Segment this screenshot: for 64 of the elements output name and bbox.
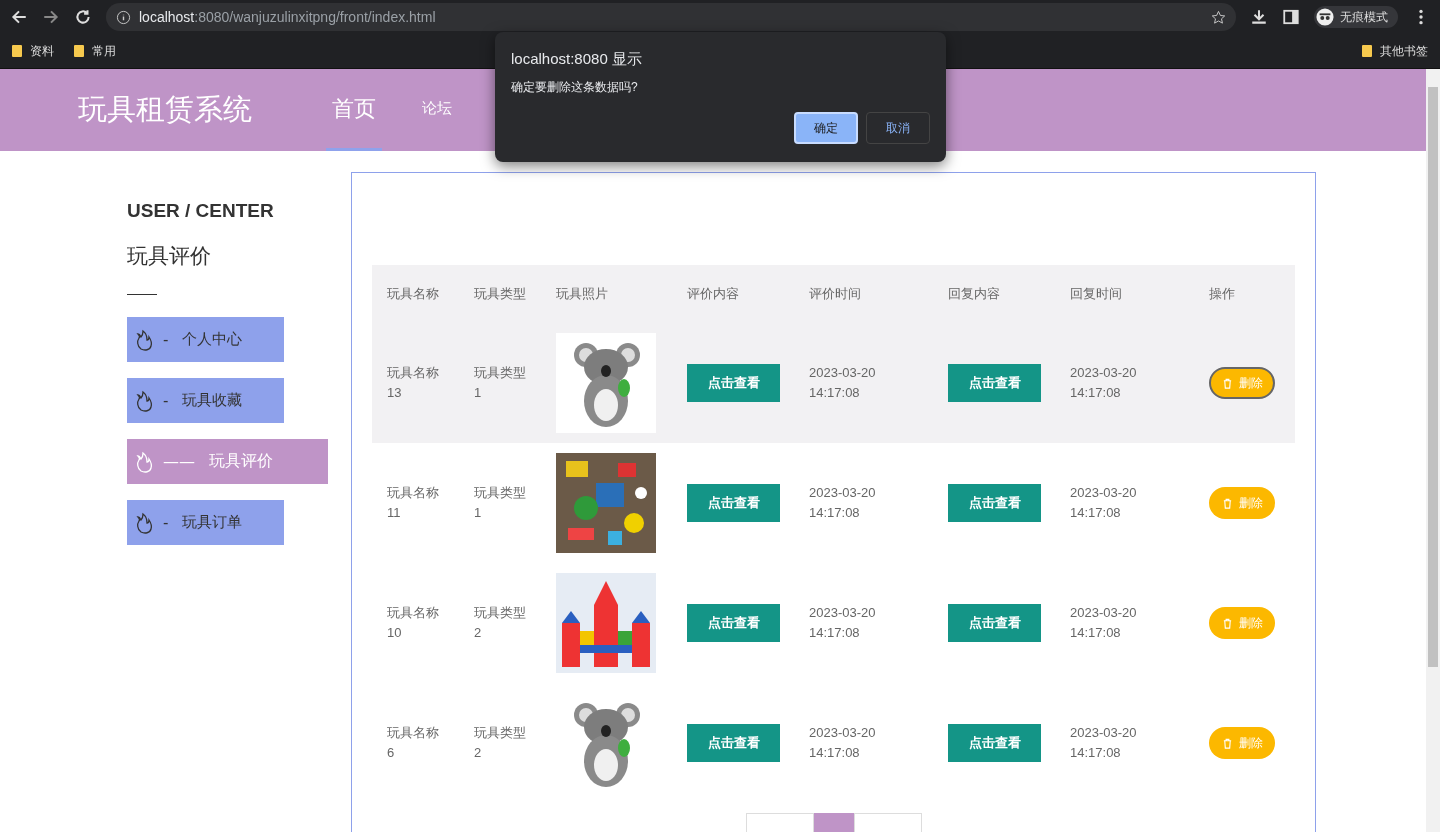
table-cell: 玩具名称10 [387, 605, 439, 640]
column-header: 操作 [1194, 265, 1295, 323]
table-cell: 2023-03-20 14:17:08 [1070, 725, 1137, 760]
back-icon[interactable] [10, 8, 28, 26]
trash-icon [1221, 617, 1233, 629]
sidebar-item[interactable]: - 个人中心 [127, 317, 284, 362]
forward-icon[interactable] [42, 8, 60, 26]
table-cell: 2023-03-20 14:17:08 [809, 485, 876, 520]
column-header: 评价时间 [794, 265, 933, 323]
column-header: 回复内容 [933, 265, 1055, 323]
bookmark[interactable]: 常用 [74, 42, 116, 60]
view-button[interactable]: 点击查看 [948, 604, 1041, 642]
column-header: 回复时间 [1055, 265, 1194, 323]
view-button[interactable]: 点击查看 [687, 484, 780, 522]
table-cell: 2023-03-20 14:17:08 [1070, 485, 1137, 520]
table-cell: 2023-03-20 14:17:08 [809, 365, 876, 400]
reload-icon[interactable] [74, 8, 92, 26]
view-button[interactable]: 点击查看 [948, 484, 1041, 522]
view-button[interactable]: 点击查看 [687, 364, 780, 402]
dialog-message: 确定要删除这条数据吗? [511, 79, 639, 96]
trash-icon [1221, 497, 1233, 509]
dialog-button[interactable]: 取消 [866, 112, 930, 144]
bookmark[interactable]: 资料 [12, 42, 54, 60]
column-header: 玩具类型 [459, 265, 541, 323]
view-button[interactable]: 点击查看 [948, 724, 1041, 762]
sidebar-item[interactable]: - 玩具订单 [127, 500, 284, 545]
dialog-title: localhost:8080 显示 [511, 50, 643, 69]
site-title: 玩具租赁系统 [78, 91, 252, 128]
column-header: 评价内容 [672, 265, 794, 323]
table-cell: 玩具名称13 [387, 365, 439, 400]
table-cell: 玩具名称6 [387, 725, 439, 760]
info-icon[interactable] [116, 9, 131, 25]
nav-link[interactable]: 论坛 [422, 69, 452, 151]
trash-icon [1221, 737, 1233, 749]
bookmark[interactable]: 其他书签 [1362, 42, 1428, 60]
table-cell: 2023-03-20 14:17:08 [809, 725, 876, 760]
view-button[interactable]: 点击查看 [948, 364, 1041, 402]
sidebar-icon[interactable] [1282, 8, 1300, 26]
sidebar-item[interactable]: —— 玩具评价 [127, 439, 328, 484]
view-button[interactable]: 点击查看 [687, 724, 780, 762]
download-icon[interactable] [1250, 8, 1268, 26]
view-button[interactable]: 点击查看 [687, 604, 780, 642]
dialog-button[interactable]: 确定 [794, 112, 858, 144]
column-header: 玩具照片 [541, 265, 672, 323]
table-cell: 玩具类型2 [474, 605, 526, 640]
trash-icon [1221, 377, 1233, 389]
table-cell: 玩具名称11 [387, 485, 439, 520]
url-text: localhost:8080/wanjuzulinxitpng/front/index.html [139, 9, 437, 25]
table-cell: 2023-03-20 14:17:08 [1070, 365, 1137, 400]
star-icon[interactable] [1211, 9, 1226, 25]
table-cell: 2023-03-20 14:17:08 [1070, 605, 1137, 640]
table-cell: 玩具类型1 [474, 485, 526, 520]
table-cell: 2023-03-20 14:17:08 [809, 605, 876, 640]
nav-link[interactable]: 首页 [326, 69, 382, 151]
table-cell: 玩具类型1 [474, 365, 526, 400]
sidebar-item[interactable]: - 玩具收藏 [127, 378, 284, 423]
incognito-icon [1316, 8, 1334, 26]
scrollbar[interactable] [1426, 69, 1440, 832]
column-header: 玩具名称 [372, 265, 459, 323]
table-cell: 玩具类型2 [474, 725, 526, 760]
profile-button[interactable]: 无痕模式 [1314, 6, 1398, 28]
section-heading: USER / CENTER [127, 200, 275, 222]
address-bar[interactable]: localhost:8080/wanjuzulinxitpng/front/index.html [106, 3, 1236, 31]
section-title: 玩具评价 [127, 243, 212, 270]
